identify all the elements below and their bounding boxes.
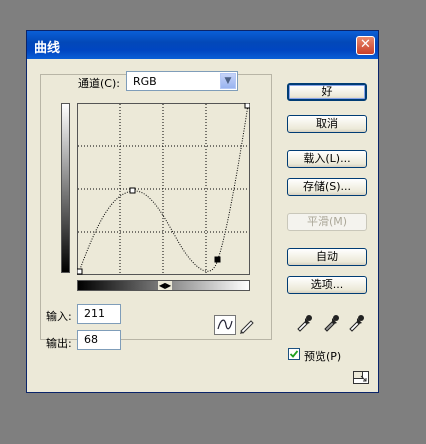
white-eyedropper-icon[interactable] [345,312,365,332]
title-bar[interactable]: 曲线 ✕ [27,31,378,59]
output-gradient-bar [61,103,70,273]
auto-button[interactable]: 自动 [287,248,367,266]
ok-button[interactable]: 好 [287,83,367,101]
chevron-down-icon[interactable]: ▼ [220,73,236,89]
cancel-button[interactable]: 取消 [287,115,367,133]
gradient-toggle-icon[interactable]: ◀▶ [158,281,172,290]
window-title: 曲线 [34,41,61,56]
load-button[interactable]: 载入(L)... [287,150,367,168]
curve-graph[interactable] [77,103,250,275]
preview-checkbox[interactable] [288,348,300,360]
black-eyedropper-icon[interactable] [293,312,313,332]
curve-point-selected[interactable] [214,256,221,263]
curve-point-peak[interactable] [129,187,136,194]
output-label: 输出: [46,337,72,350]
curve-point-start[interactable] [77,268,83,275]
save-button[interactable]: 存储(S)... [287,178,367,196]
input-gradient-bar: ◀▶ [77,280,250,291]
channel-label: 通道(C): [78,77,120,90]
checkmark-icon [289,350,299,358]
curve-tool-icon[interactable] [214,315,236,335]
pencil-tool-icon[interactable] [237,315,259,335]
curves-dialog: 曲线 ✕ 通道(C): RGB ▼ ◀▶ 输入: 211 输出: 68 好 取消… [26,30,379,393]
channel-select[interactable]: RGB ▼ [126,71,238,91]
output-field[interactable]: 68 [77,330,121,350]
options-button[interactable]: 选项... [287,276,367,294]
smooth-button[interactable]: 平滑(M) [287,213,367,231]
input-field[interactable]: 211 [77,304,121,324]
input-label: 输入: [46,310,72,323]
expand-view-icon[interactable] [353,371,369,384]
gray-eyedropper-icon[interactable] [320,312,340,332]
channel-value: RGB [133,75,157,88]
curve-point-end[interactable] [244,103,250,109]
close-button[interactable]: ✕ [356,36,375,55]
preview-label: 预览(P) [304,350,342,363]
